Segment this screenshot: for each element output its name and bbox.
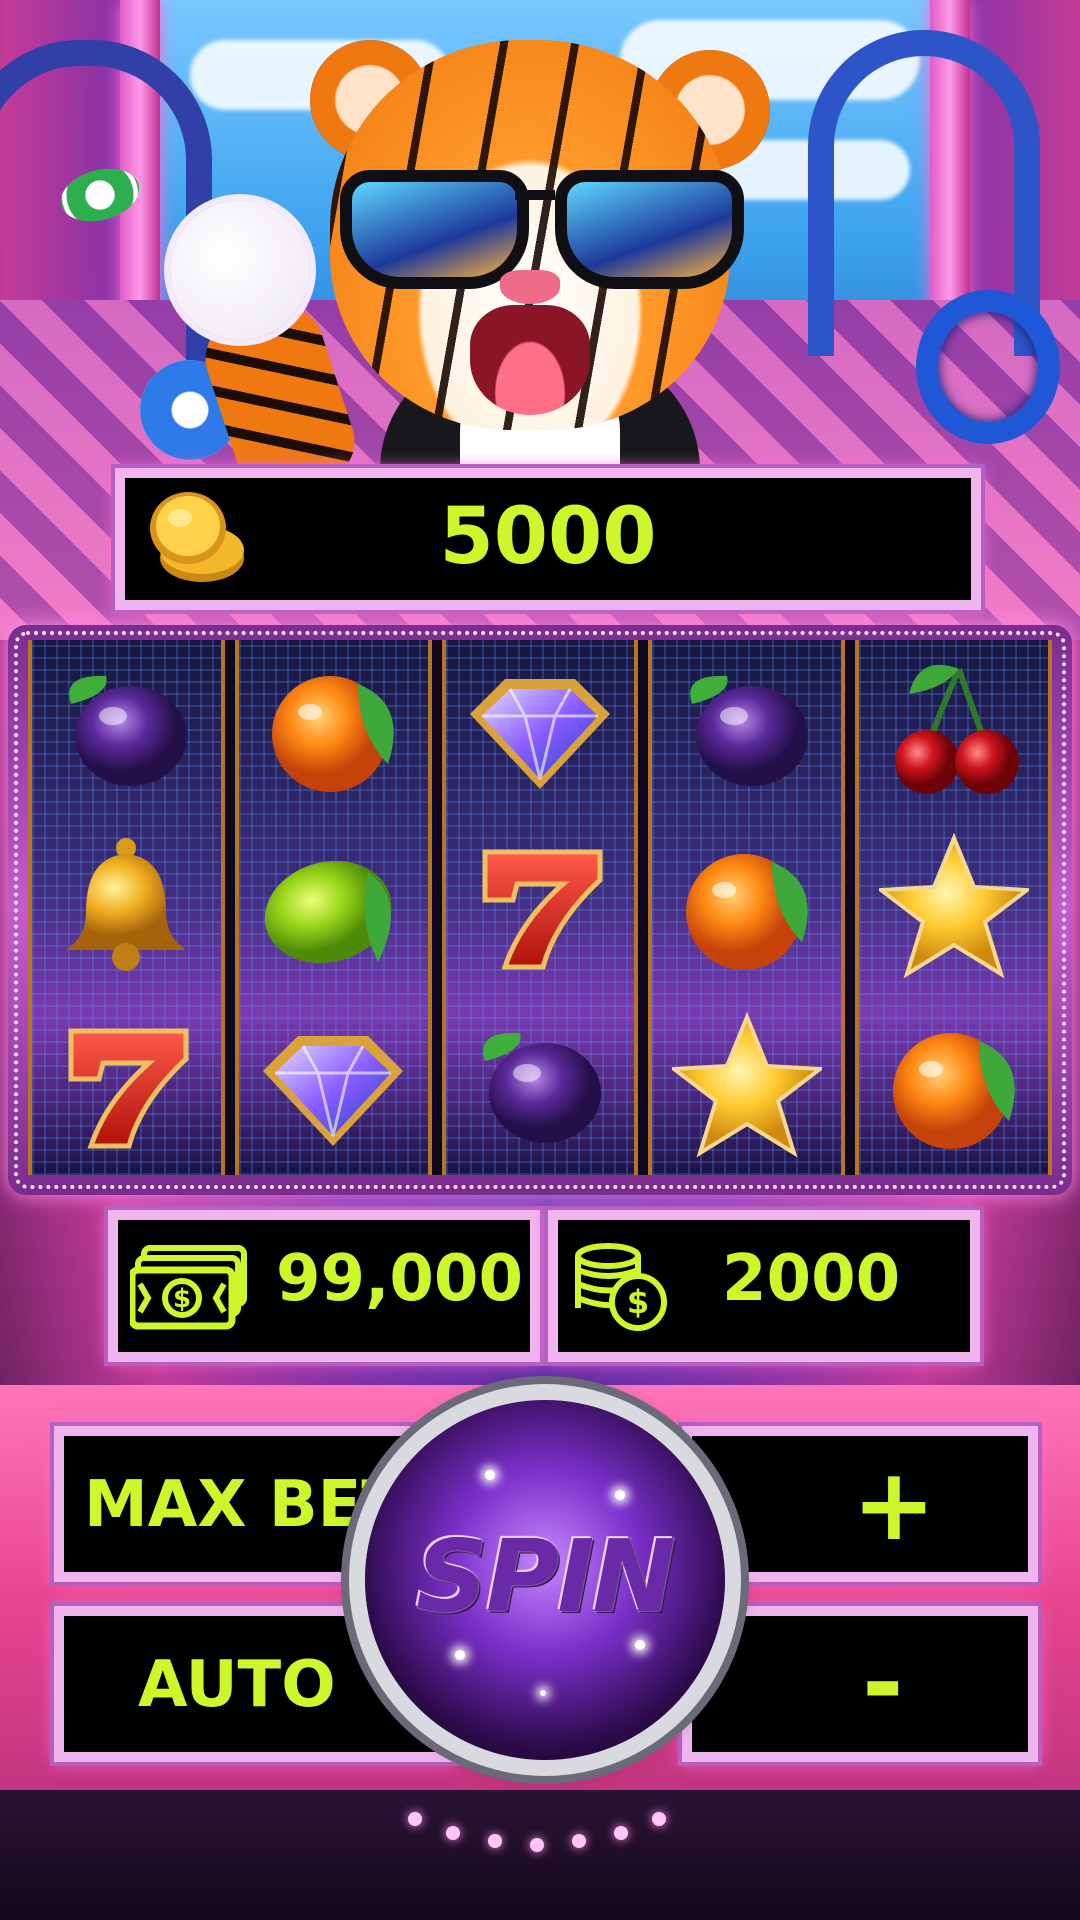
cherry-symbol-icon	[894, 665, 1019, 795]
tiger-mascot	[150, 20, 810, 510]
auto-label: AUTO	[138, 1648, 336, 1722]
seven-symbol-icon	[482, 849, 603, 970]
plum-symbol-icon	[689, 676, 808, 787]
cash-panel: $ 99,000	[108, 1210, 540, 1362]
reel-column	[855, 640, 1052, 1175]
seven-symbol-icon	[68, 1028, 189, 1149]
svg-text:$: $	[173, 1284, 191, 1314]
orange-symbol-icon	[685, 854, 808, 971]
coin-stack-icon: $	[575, 1243, 667, 1331]
sunglasses-icon	[340, 160, 744, 289]
machine-base	[0, 1790, 1080, 1920]
max-bet-label: MAX BET	[84, 1468, 405, 1542]
bet-panel: $ 2000	[548, 1210, 980, 1362]
reel-column	[648, 640, 846, 1175]
reel-grid	[28, 640, 1052, 1175]
reel-column	[234, 640, 432, 1175]
cash-stack-icon: $	[130, 1245, 247, 1330]
reel-frame	[8, 625, 1072, 1195]
star-symbol-icon	[671, 1011, 822, 1158]
lime-symbol-icon	[265, 861, 392, 964]
minus-icon: -	[862, 1624, 904, 1741]
minus-bet-button[interactable]: -	[682, 1606, 1038, 1762]
svg-text:$: $	[627, 1283, 649, 1321]
bet-value: 2000	[722, 1242, 901, 1316]
plum-symbol-icon	[69, 676, 188, 787]
star-symbol-icon	[878, 833, 1029, 979]
bell-symbol-icon	[66, 838, 187, 972]
reel-column	[28, 640, 225, 1175]
float-ring-icon	[916, 290, 1060, 444]
orange-symbol-icon	[892, 1032, 1015, 1149]
spin-button[interactable]: SPIN	[365, 1400, 725, 1760]
plus-bet-button[interactable]: +	[682, 1426, 1038, 1582]
reel-column	[441, 640, 639, 1175]
diamond-symbol-icon	[263, 1035, 404, 1146]
balance-panel: 5000	[115, 468, 981, 610]
cash-value: 99,000	[276, 1242, 523, 1316]
spin-label: SPIN	[415, 1518, 676, 1635]
plus-icon: +	[852, 1446, 936, 1563]
orange-symbol-icon	[272, 676, 394, 793]
plum-symbol-icon	[483, 1032, 601, 1143]
slot-machine-screen: 5000 $ 99,000 $ 2000 MAX BET + AUTO - SP…	[0, 0, 1080, 1920]
balance-value: 5000	[439, 492, 657, 582]
diamond-symbol-icon	[469, 679, 610, 790]
